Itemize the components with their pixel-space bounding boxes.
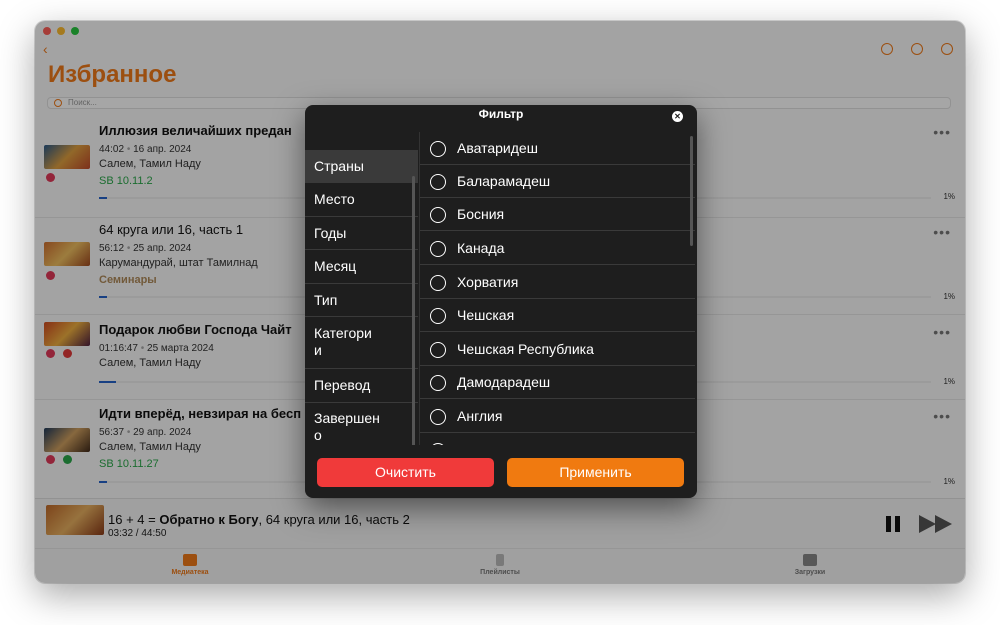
option-item[interactable]: Аватаридеш <box>420 132 695 165</box>
radio-icon[interactable] <box>430 308 446 324</box>
category-place[interactable]: Место <box>305 183 418 217</box>
option-item[interactable]: Англия <box>420 400 695 433</box>
option-item[interactable]: Чешская Республика <box>420 333 695 366</box>
option-item[interactable]: Дамодарадеш <box>420 366 695 399</box>
option-item[interactable]: Босния <box>420 198 695 231</box>
radio-icon[interactable] <box>430 443 446 445</box>
category-completed[interactable]: Завершен о <box>305 403 418 445</box>
apply-button[interactable]: Применить <box>507 458 684 487</box>
option-item-partial[interactable] <box>420 434 695 445</box>
radio-icon[interactable] <box>430 275 446 291</box>
radio-icon[interactable] <box>430 207 446 223</box>
radio-icon[interactable] <box>430 174 446 190</box>
app-window: ‹ Избранное Поиск... Иллюзия величайших … <box>35 21 965 583</box>
radio-icon[interactable] <box>430 241 446 257</box>
radio-icon[interactable] <box>430 409 446 425</box>
option-item[interactable]: Канада <box>420 232 695 265</box>
radio-icon[interactable] <box>430 141 446 157</box>
category-month[interactable]: Месяц <box>305 250 418 284</box>
radio-icon[interactable] <box>430 342 446 358</box>
option-item[interactable]: Хорватия <box>420 266 695 299</box>
clear-button[interactable]: Очистить <box>317 458 494 487</box>
categories-scrollbar[interactable] <box>412 176 415 445</box>
close-icon[interactable]: ✕ <box>672 111 683 122</box>
option-item[interactable]: Баларамадеш <box>420 165 695 198</box>
category-countries[interactable]: Страны <box>305 150 418 183</box>
filter-options: Аватаридеш Баларамадеш Босния Канада Хор… <box>419 132 695 445</box>
radio-icon[interactable] <box>430 375 446 391</box>
option-item[interactable]: Чешская <box>420 299 695 332</box>
category-type[interactable]: Тип <box>305 284 418 317</box>
category-categories[interactable]: Категори и <box>305 317 418 369</box>
category-translation[interactable]: Перевод <box>305 369 418 403</box>
category-years[interactable]: Годы <box>305 217 418 250</box>
filter-modal: Фильтр ✕ Страны Место Годы Месяц Тип Кат… <box>305 105 697 498</box>
options-scrollbar[interactable] <box>690 136 693 246</box>
filter-categories: Страны Место Годы Месяц Тип Категори и П… <box>305 150 418 445</box>
modal-title: Фильтр <box>478 107 524 121</box>
